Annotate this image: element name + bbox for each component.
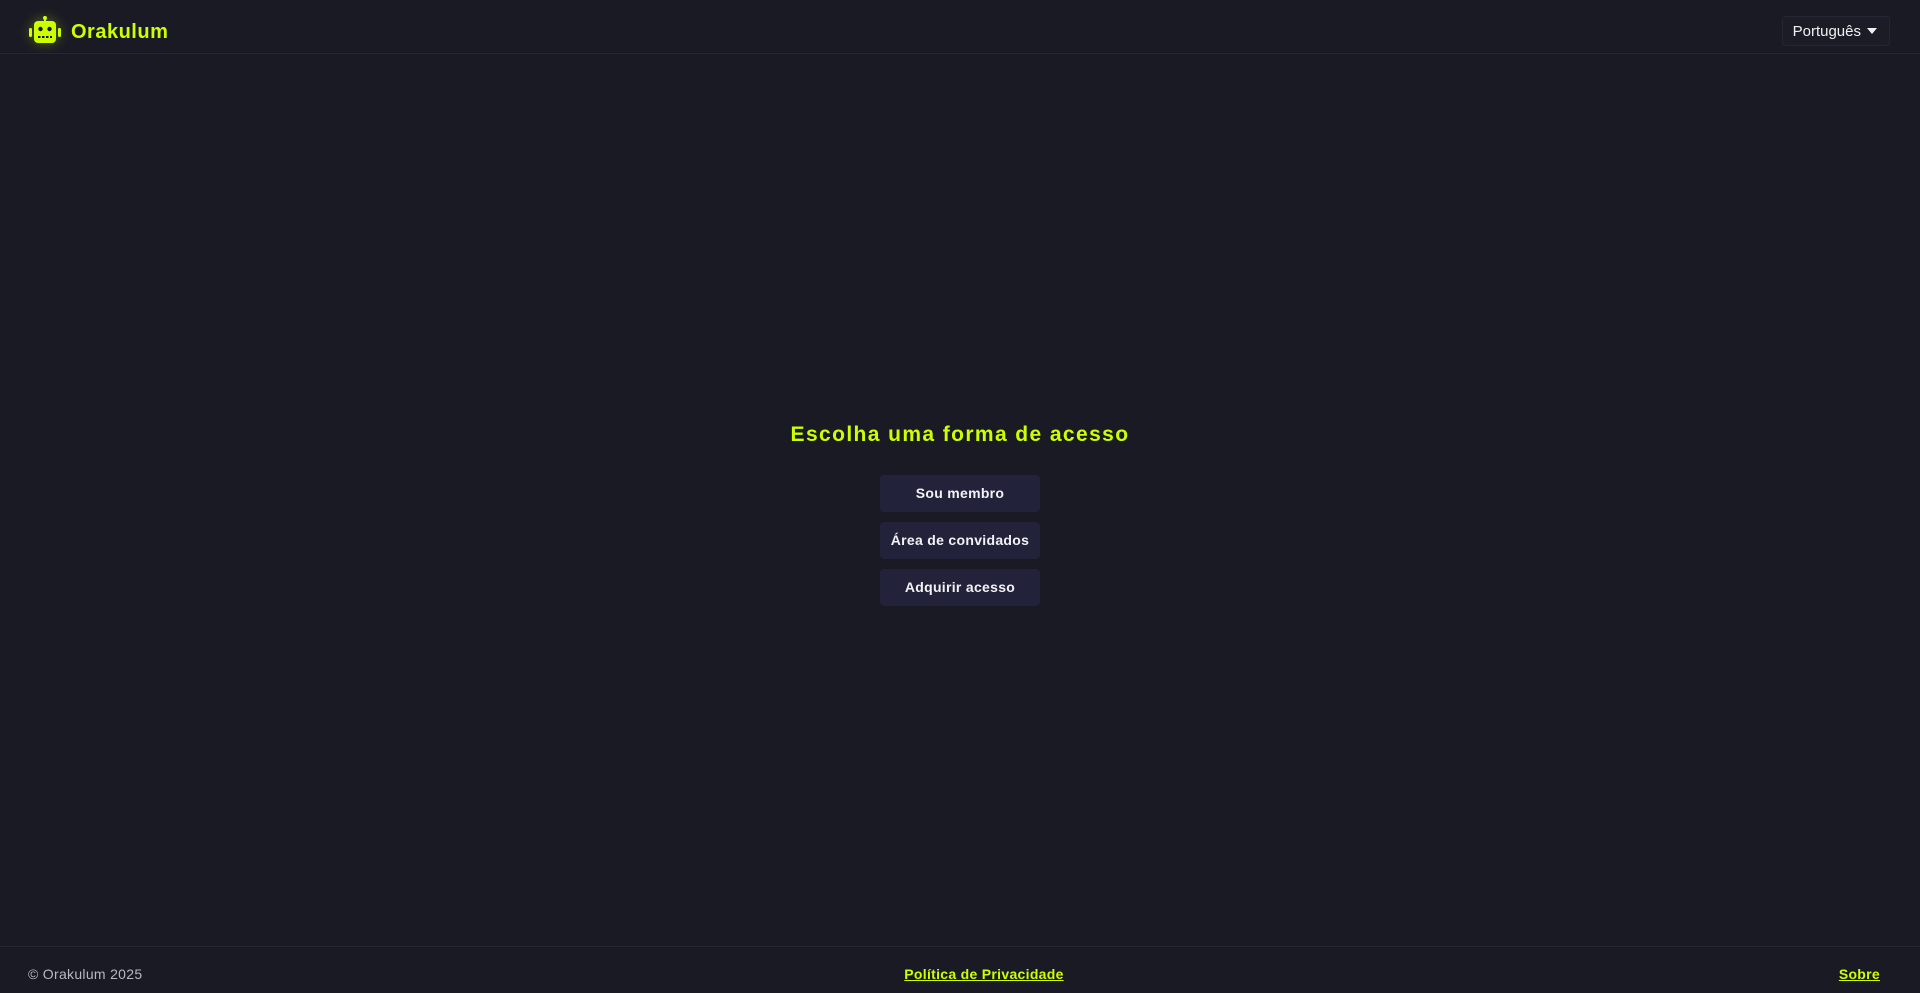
privacy-policy-link[interactable]: Política de Privacidade	[904, 966, 1063, 982]
about-link[interactable]: Sobre	[1839, 966, 1880, 982]
guest-area-button[interactable]: Área de convidados	[880, 522, 1040, 559]
member-button[interactable]: Sou membro	[880, 475, 1040, 512]
main-content: Escolha uma forma de acesso Sou membro Á…	[0, 54, 1920, 946]
brand-name: Orakulum	[71, 20, 169, 43]
footer: © Orakulum 2025 Política de Privacidade …	[0, 946, 1920, 993]
language-selected-label: Português	[1792, 22, 1861, 40]
brand[interactable]: Orakulum	[28, 16, 168, 48]
page-heading: Escolha uma forma de acesso	[790, 423, 1130, 446]
robot-icon	[29, 16, 61, 43]
top-bar: Orakulum Português	[0, 0, 1920, 54]
buy-access-button[interactable]: Adquirir acesso	[880, 569, 1040, 606]
caret-down-icon	[1867, 28, 1877, 34]
language-select[interactable]: Português	[1781, 16, 1890, 46]
privacy-link-wrapper: Política de Privacidade	[0, 966, 1920, 982]
